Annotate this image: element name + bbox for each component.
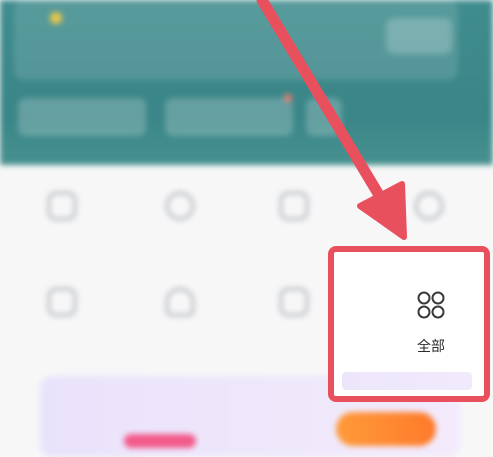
banner-card[interactable] (14, 0, 458, 80)
grid-item-2[interactable] (136, 192, 226, 262)
banner-button[interactable] (386, 18, 452, 54)
header-button-2[interactable] (165, 98, 293, 136)
globe-icon (415, 192, 443, 220)
all-button[interactable]: 全部 (334, 252, 484, 396)
person-icon (166, 288, 194, 316)
notification-dot (284, 94, 292, 102)
all-button-label: 全部 (417, 339, 445, 355)
home-icon (48, 192, 76, 220)
folder-icon (280, 288, 308, 316)
header-button-3[interactable] (306, 98, 342, 136)
document-icon (48, 288, 76, 316)
header-button-1[interactable] (18, 98, 146, 136)
grid-item-7[interactable] (250, 288, 340, 358)
clock-icon (166, 192, 194, 220)
grid-four-circles-icon (417, 291, 445, 319)
grid-item-3[interactable] (250, 192, 340, 262)
banner-subtitle (44, 40, 364, 54)
highlight-box: 全部 (328, 246, 490, 402)
star-icon (50, 12, 62, 24)
banner-title (70, 8, 220, 24)
promo-button[interactable] (336, 412, 436, 446)
top-header (0, 0, 493, 165)
grid-item-1[interactable] (18, 192, 108, 262)
book-icon (280, 192, 308, 220)
grid-item-6[interactable] (136, 288, 226, 358)
grid-item-5[interactable] (18, 288, 108, 358)
promo-badge (124, 434, 196, 448)
